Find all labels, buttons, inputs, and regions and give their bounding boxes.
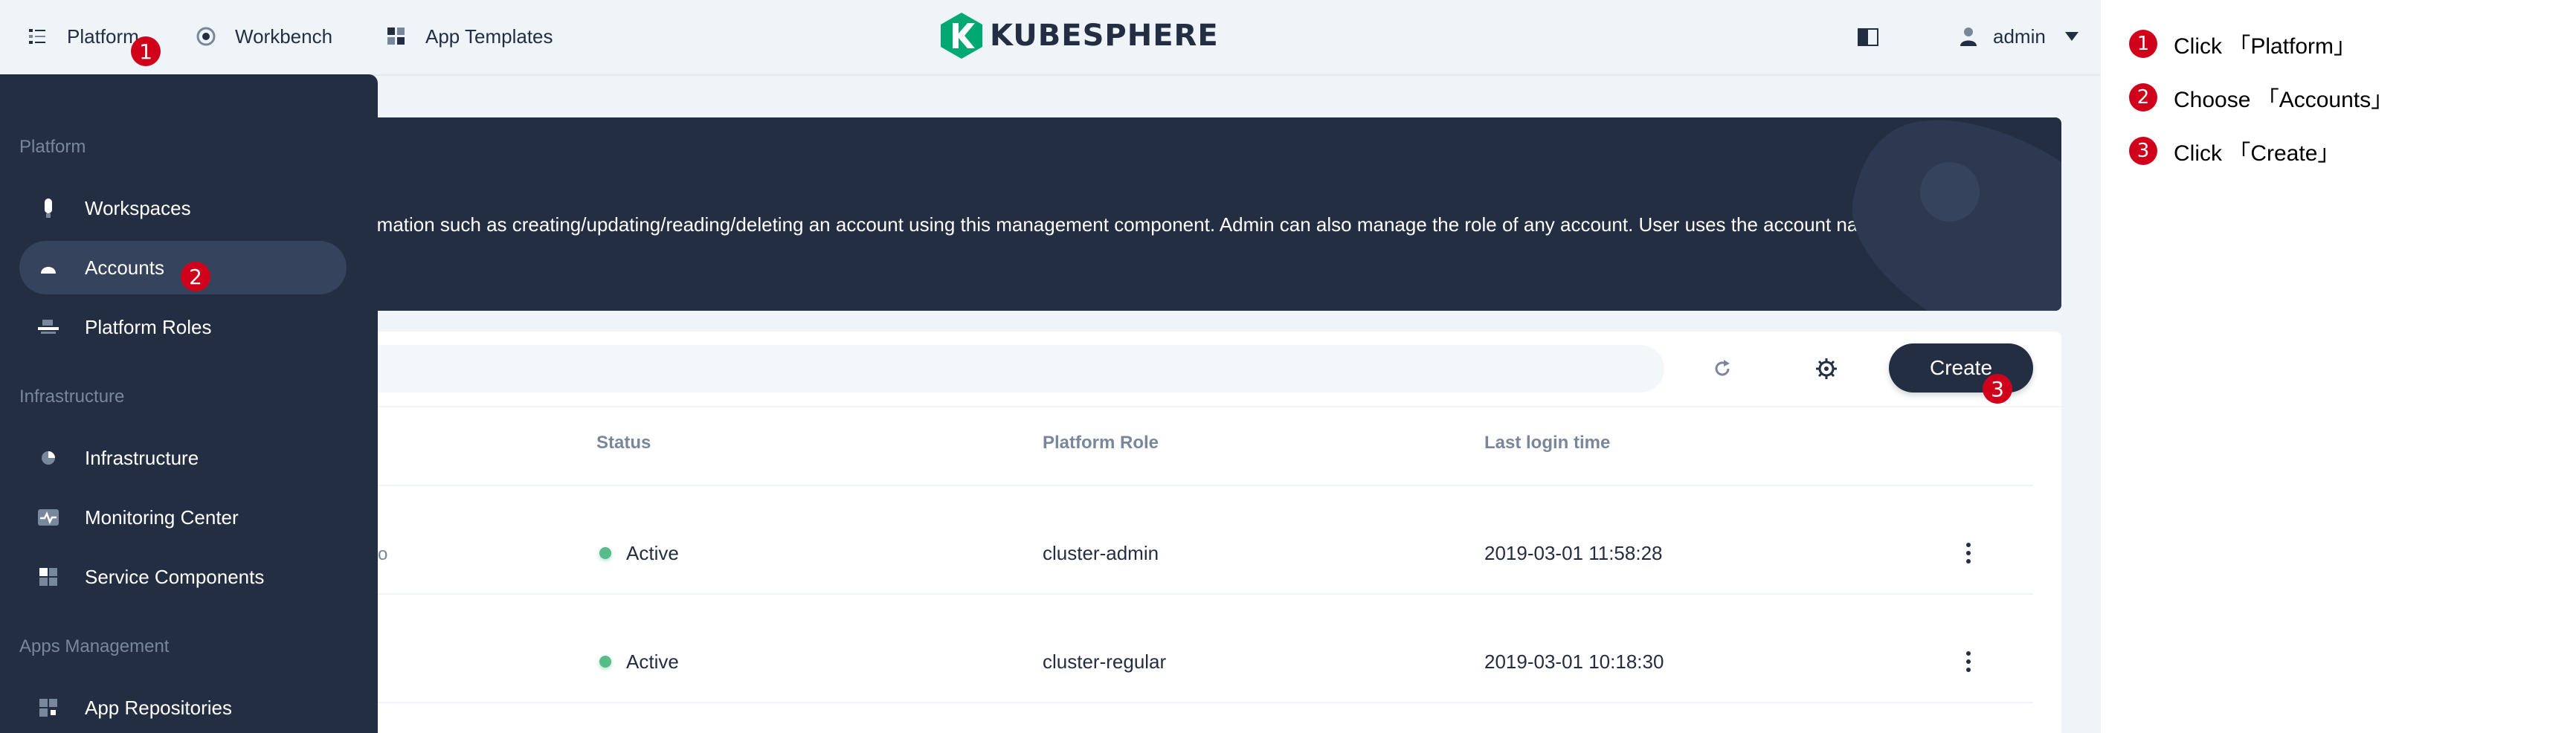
nav-workbench[interactable]: Workbench	[196, 19, 332, 54]
column-header-last-login[interactable]: Last login time	[1484, 433, 1610, 453]
row-2-last-login: 2019-03-01 10:18:30	[1484, 650, 1664, 673]
search-input[interactable]	[348, 345, 1664, 393]
menu-item-app-repositories[interactable]: App Repositories	[19, 681, 347, 733]
nav-platform[interactable]: Platform	[28, 19, 139, 54]
menu-item-infrastructure[interactable]: Infrastructure	[19, 431, 347, 485]
step-marker-3: 3	[1983, 374, 2012, 404]
menu-item-accounts-label: Accounts	[85, 256, 164, 279]
user-name: admin	[1993, 25, 2046, 48]
menu-item-service-components-label: Service Components	[85, 565, 265, 588]
monitoring-center-icon	[37, 506, 59, 529]
row-2-role: cluster-regular	[1043, 650, 1167, 673]
step-number-3: 3	[2129, 137, 2157, 165]
menu-group-apps-management: Apps Management	[19, 636, 170, 656]
app-repositories-icon	[37, 697, 59, 719]
accounts-table-card: Create Status Platform Role Last login t…	[348, 332, 2061, 733]
step-number-2: 2	[2129, 83, 2157, 112]
more-actions-icon[interactable]	[1965, 542, 1972, 564]
step-marker-2: 2	[181, 262, 210, 291]
chevron-down-icon	[2064, 32, 2078, 41]
row-divider	[348, 702, 2033, 703]
user-menu[interactable]: admin	[1960, 19, 2078, 54]
step-marker-1: 1	[131, 36, 161, 66]
row-1-last-login: 2019-03-01 11:58:28	[1484, 541, 1663, 564]
row-1-role: cluster-admin	[1043, 541, 1159, 564]
nav-platform-label: Platform	[67, 25, 139, 48]
infrastructure-icon	[37, 447, 59, 469]
menu-item-service-components[interactable]: Service Components	[19, 550, 347, 604]
row-1-status-label: Active	[626, 541, 679, 564]
menu-group-infrastructure: Infrastructure	[19, 387, 125, 407]
guide-step-3-text: Click 「Create」	[2174, 141, 2340, 166]
kubesphere-logo-icon	[941, 13, 982, 59]
menu-item-platform-roles-label: Platform Roles	[85, 315, 212, 338]
instruction-panel: 1 Click 「Platform」 2 Choose 「Accounts」 3…	[2101, 0, 2576, 733]
menu-item-workspaces-label: Workspaces	[85, 196, 191, 219]
menu-item-app-repositories-label: App Repositories	[85, 696, 232, 719]
user-avatar-icon	[1960, 27, 1977, 46]
nav-app-templates[interactable]: App Templates	[387, 19, 553, 54]
table-toolbar: Create	[348, 332, 2061, 407]
service-components-icon	[37, 566, 59, 588]
menu-item-platform-roles[interactable]: Platform Roles	[19, 300, 347, 354]
row-divider	[348, 485, 2033, 486]
status-dot-icon	[599, 656, 611, 668]
row-2-status-label: Active	[626, 650, 679, 673]
kubesphere-logo[interactable]: KUBESPHERE	[941, 12, 1219, 59]
top-navbar: Platform Workbench App Templates KUBESPH…	[0, 0, 2101, 76]
menu-item-monitoring-center-label: Monitoring Center	[85, 506, 239, 529]
gear-icon[interactable]	[1815, 358, 1838, 380]
nav-workbench-label: Workbench	[235, 25, 333, 48]
page-banner: rmation such as creating/updating/readin…	[348, 117, 2061, 311]
banner-decoration-icon	[1852, 120, 2061, 311]
banner-description: rmation such as creating/updating/readin…	[370, 213, 2012, 236]
guide-step-1-text: Click 「Platform」	[2174, 34, 2357, 59]
platform-roles-icon	[37, 316, 59, 338]
logo-text: KUBESPHERE	[990, 19, 1219, 53]
accounts-icon	[37, 256, 59, 279]
kubesphere-console: Platform Workbench App Templates KUBESPH…	[0, 0, 2101, 733]
nav-app-templates-label: App Templates	[425, 25, 553, 48]
column-header-platform-role[interactable]: Platform Role	[1043, 433, 1159, 453]
app-templates-icon	[387, 27, 406, 46]
guide-step-3: 3 Click 「Create」	[2129, 134, 2340, 168]
menu-list-icon	[28, 27, 48, 46]
workspaces-icon	[37, 197, 59, 219]
row-1-partial-text: o	[378, 544, 388, 564]
menu-item-monitoring-center[interactable]: Monitoring Center	[19, 491, 347, 544]
row-1-status: Active	[599, 538, 679, 568]
column-header-status[interactable]: Status	[596, 433, 651, 453]
guide-step-2: 2 Choose 「Accounts」	[2129, 80, 2393, 114]
platform-menu: Platform Workspaces Accounts Platform Ro…	[0, 74, 378, 733]
row-divider	[348, 593, 2033, 595]
step-number-1: 1	[2129, 30, 2157, 58]
menu-group-platform: Platform	[19, 137, 86, 157]
row-2-status: Active	[599, 647, 679, 677]
refresh-icon[interactable]	[1712, 358, 1733, 379]
guide-step-2-text: Choose 「Accounts」	[2174, 88, 2394, 112]
menu-item-workspaces[interactable]: Workspaces	[19, 181, 347, 235]
workbench-icon	[196, 27, 216, 46]
more-actions-icon[interactable]	[1965, 650, 1972, 673]
layout-toggle-icon[interactable]	[1858, 28, 1878, 46]
guide-step-1: 1 Click 「Platform」	[2129, 27, 2356, 61]
status-dot-icon	[599, 547, 611, 559]
menu-item-infrastructure-label: Infrastructure	[85, 446, 199, 469]
